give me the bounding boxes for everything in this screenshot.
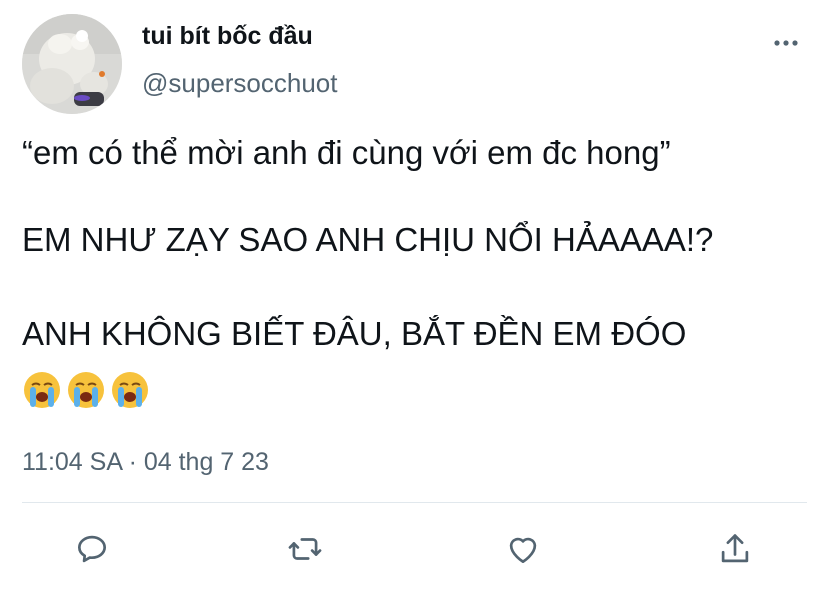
- avatar-image: [22, 14, 122, 114]
- tweet-timestamp[interactable]: 11:04 SA · 04 thg 7 23: [22, 448, 269, 477]
- display-name[interactable]: tui bít bốc đầu: [142, 22, 313, 51]
- reply-icon: [77, 535, 107, 563]
- emoji-row: [22, 370, 150, 410]
- retweet-icon: [288, 538, 322, 560]
- share-icon: [721, 534, 749, 563]
- retweet-button[interactable]: [285, 529, 325, 569]
- user-handle[interactable]: @supersocchuot: [142, 68, 338, 99]
- more-icon[interactable]: [768, 34, 804, 52]
- loudly-crying-face-icon: [24, 372, 60, 408]
- avatar[interactable]: [22, 14, 122, 114]
- heart-icon: [509, 537, 537, 564]
- share-button[interactable]: [715, 529, 755, 569]
- divider: [22, 502, 807, 503]
- loudly-crying-face-icon: [112, 372, 148, 408]
- tweet-line: EM NHƯ ZẠY SAO ANH CHỊU NỔI HẢAAAA!?: [22, 221, 714, 258]
- tweet-line: ANH KHÔNG BIẾT ĐÂU, BẮT ĐỀN EM ĐÓO: [22, 315, 687, 352]
- like-button[interactable]: [503, 529, 543, 569]
- loudly-crying-face-icon: [68, 372, 104, 408]
- reply-button[interactable]: [72, 529, 112, 569]
- tweet-card: tui bít bốc đầu @supersocchuot “em có th…: [0, 0, 828, 602]
- tweet-line: “em có thể mời anh đi cùng với em đc hon…: [22, 134, 671, 171]
